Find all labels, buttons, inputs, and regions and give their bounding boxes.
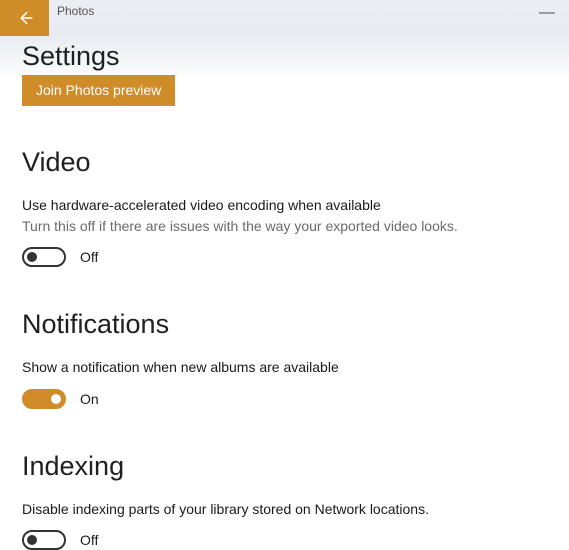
video-toggle-state: Off bbox=[80, 249, 98, 265]
back-button[interactable] bbox=[0, 0, 49, 36]
page-header: Settings bbox=[0, 36, 569, 76]
settings-content: Join Photos preview Video Use hardware-a… bbox=[0, 76, 569, 550]
indexing-option-label: Disable indexing parts of your library s… bbox=[22, 500, 547, 518]
notifications-toggle-row: On bbox=[22, 389, 547, 409]
minimize-button[interactable]: — bbox=[529, 0, 565, 26]
minimize-icon: — bbox=[539, 4, 555, 21]
indexing-toggle-state: Off bbox=[80, 532, 98, 548]
back-arrow-icon bbox=[16, 9, 34, 27]
title-bar: Photos — bbox=[0, 0, 569, 36]
join-preview-button[interactable]: Join Photos preview bbox=[22, 75, 175, 106]
notifications-toggle-state: On bbox=[80, 391, 99, 407]
video-toggle-row: Off bbox=[22, 247, 547, 267]
toggle-knob bbox=[51, 394, 61, 404]
notifications-heading: Notifications bbox=[22, 309, 547, 340]
indexing-heading: Indexing bbox=[22, 451, 547, 482]
video-toggle[interactable] bbox=[22, 247, 66, 267]
video-option-label: Use hardware-accelerated video encoding … bbox=[22, 196, 547, 214]
toggle-knob bbox=[27, 535, 37, 545]
section-indexing: Indexing Disable indexing parts of your … bbox=[22, 451, 547, 550]
indexing-toggle-row: Off bbox=[22, 530, 547, 550]
video-option-desc: Turn this off if there are issues with t… bbox=[22, 217, 547, 235]
video-heading: Video bbox=[22, 147, 547, 178]
notifications-option-label: Show a notification when new albums are … bbox=[22, 358, 547, 376]
section-video: Video Use hardware-accelerated video enc… bbox=[22, 147, 547, 267]
indexing-toggle[interactable] bbox=[22, 530, 66, 550]
notifications-toggle[interactable] bbox=[22, 389, 66, 409]
app-title: Photos bbox=[49, 0, 94, 18]
toggle-knob bbox=[27, 252, 37, 262]
section-notifications: Notifications Show a notification when n… bbox=[22, 309, 547, 408]
page-title: Settings bbox=[22, 41, 120, 72]
